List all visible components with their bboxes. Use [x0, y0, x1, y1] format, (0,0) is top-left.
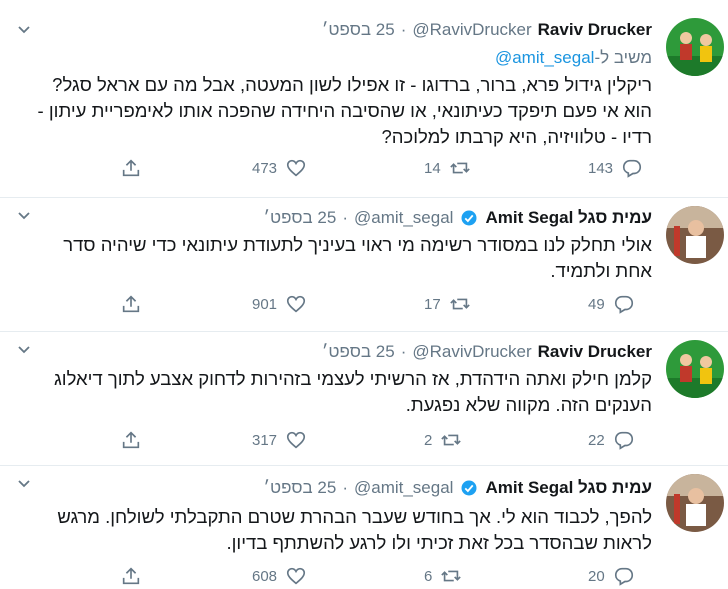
- username-handle[interactable]: @RavivDrucker: [412, 340, 531, 364]
- reply-count: 22: [588, 431, 605, 449]
- username-handle[interactable]: @RavivDrucker: [412, 18, 531, 42]
- timestamp[interactable]: 25 בספט׳: [264, 476, 337, 500]
- share-button[interactable]: [120, 428, 142, 452]
- comment-icon: [614, 567, 633, 586]
- heart-icon: [286, 159, 306, 177]
- tweet-3[interactable]: Raviv Drucker @RavivDrucker · 25 בספט׳ ק…: [0, 332, 728, 466]
- comment-icon: [614, 295, 633, 314]
- like-count: 901: [252, 295, 278, 313]
- more-options-chevron-icon[interactable]: [16, 342, 32, 358]
- tweet-actions: 317 2 22: [110, 428, 650, 452]
- like-count: 473: [252, 159, 278, 177]
- like-button[interactable]: 901: [252, 292, 307, 316]
- tweet-text: להפך, לכבוד הוא לי. אך בחודש שעבר הבהרת …: [57, 506, 652, 553]
- avatar-raviv-drucker[interactable]: [666, 18, 724, 76]
- separator-dot: ·: [400, 342, 407, 361]
- verified-badge-icon: [461, 210, 477, 226]
- tweet-text: קלמן חילק ואתה הידהדת, אז הרשיתי לעצמי ב…: [53, 368, 652, 415]
- timestamp[interactable]: 25 בספט׳: [322, 340, 395, 364]
- retweet-icon: [449, 162, 470, 174]
- retweet-button[interactable]: 14: [424, 156, 471, 180]
- heart-icon: [286, 295, 306, 313]
- retweet-button[interactable]: 6: [424, 564, 462, 588]
- heart-icon: [286, 431, 306, 449]
- retweet-icon: [441, 570, 462, 582]
- display-name[interactable]: Raviv Drucker: [538, 18, 652, 42]
- heart-icon: [286, 567, 306, 585]
- separator-dot: ·: [342, 208, 348, 227]
- retweet-icon: [449, 298, 470, 310]
- more-options-chevron-icon[interactable]: [16, 208, 32, 224]
- like-count: 608: [252, 567, 278, 585]
- reply-button[interactable]: 22: [588, 428, 635, 452]
- share-button[interactable]: [120, 292, 142, 316]
- tweet-thread: Raviv Drucker @RavivDrucker · 25 בספט׳ מ…: [0, 0, 728, 589]
- display-name[interactable]: עמית סגל Amit Segal: [485, 476, 652, 500]
- verified-badge-icon: [461, 480, 477, 496]
- tweet-actions: 608 6 20: [110, 564, 650, 588]
- tweet-header: עמית סגל Amit Segal @amit_segal · 25 בספ…: [264, 476, 653, 500]
- display-name[interactable]: Raviv Drucker: [538, 340, 652, 364]
- avatar-amit-segal[interactable]: [666, 474, 724, 532]
- share-icon: [122, 295, 140, 313]
- retweet-button[interactable]: 2: [424, 428, 462, 452]
- tweet-2[interactable]: עמית סגל Amit Segal @amit_segal · 25 בספ…: [0, 198, 728, 332]
- like-count: 317: [252, 431, 278, 449]
- comment-icon: [622, 159, 642, 178]
- replying-to-label: משיב ל-: [594, 48, 652, 67]
- reply-button[interactable]: 49: [588, 292, 635, 316]
- display-name[interactable]: עמית סגל Amit Segal: [485, 206, 652, 230]
- reply-count: 143: [588, 159, 614, 177]
- reply-count: 49: [588, 295, 605, 313]
- more-options-chevron-icon[interactable]: [16, 476, 32, 492]
- separator-dot: ·: [342, 478, 348, 497]
- reply-button[interactable]: 20: [588, 564, 635, 588]
- retweet-count: 14: [424, 159, 441, 177]
- tweet-1[interactable]: Raviv Drucker @RavivDrucker · 25 בספט׳ מ…: [0, 0, 728, 198]
- tweet-text: ריקלין גידול פרא, ברור, ברדוגו - זו אפיל…: [37, 74, 652, 147]
- retweet-button[interactable]: 17: [424, 292, 471, 316]
- more-options-chevron-icon[interactable]: [16, 22, 32, 38]
- share-icon: [122, 431, 140, 449]
- username-handle[interactable]: @amit_segal: [354, 476, 453, 500]
- reply-button[interactable]: 143: [588, 156, 643, 180]
- tweet-actions: 473 14 143: [110, 156, 650, 180]
- comment-icon: [614, 431, 633, 450]
- share-button[interactable]: [120, 564, 142, 588]
- avatar-raviv-drucker[interactable]: [666, 340, 724, 398]
- like-button[interactable]: 317: [252, 428, 307, 452]
- tweet-header: Raviv Drucker @RavivDrucker · 25 בספט׳: [322, 18, 652, 42]
- share-button[interactable]: [120, 156, 142, 180]
- retweet-count: 6: [424, 567, 433, 585]
- separator-dot: ·: [400, 20, 407, 39]
- tweet-actions: 901 17 49: [110, 292, 650, 316]
- share-icon: [122, 567, 140, 585]
- avatar-amit-segal[interactable]: [666, 206, 724, 264]
- replying-to: משיב ל-@amit_segal: [495, 46, 652, 70]
- tweet-header: Raviv Drucker @RavivDrucker · 25 בספט׳: [322, 340, 652, 364]
- timestamp[interactable]: 25 בספט׳: [322, 18, 395, 42]
- tweet-text: אולי תחלק לנו במסודר רשימה מי ראוי בעיני…: [63, 234, 652, 281]
- retweet-icon: [441, 434, 462, 446]
- tweet-header: עמית סגל Amit Segal @amit_segal · 25 בספ…: [264, 206, 653, 230]
- username-handle[interactable]: @amit_segal: [354, 206, 453, 230]
- reply-count: 20: [588, 567, 605, 585]
- tweet-4[interactable]: עמית סגל Amit Segal @amit_segal · 25 בספ…: [0, 466, 728, 589]
- timestamp[interactable]: 25 בספט׳: [264, 206, 337, 230]
- mention-link[interactable]: @amit_segal: [495, 48, 594, 67]
- share-icon: [122, 159, 140, 177]
- like-button[interactable]: 608: [252, 564, 307, 588]
- retweet-count: 17: [424, 295, 441, 313]
- retweet-count: 2: [424, 431, 433, 449]
- like-button[interactable]: 473: [252, 156, 307, 180]
